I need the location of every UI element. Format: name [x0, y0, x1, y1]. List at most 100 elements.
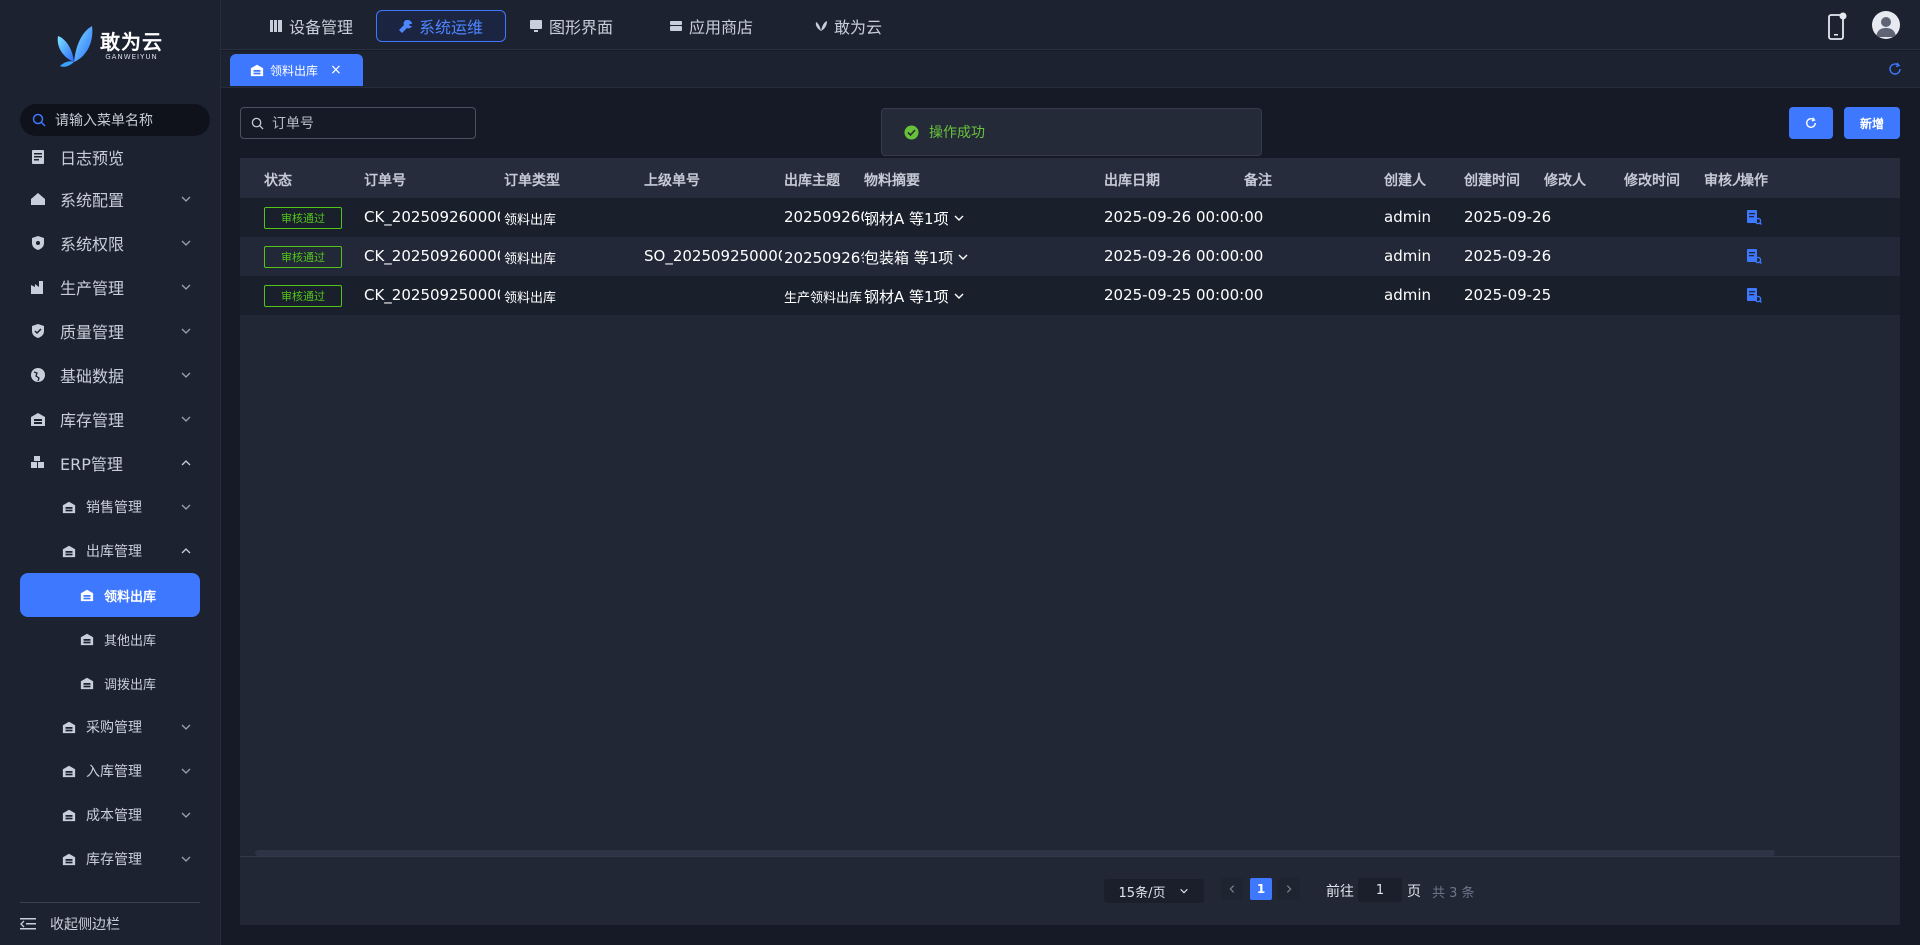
- sidebar-item-cost[interactable]: 成本管理: [20, 795, 200, 835]
- chevron-down-icon: [181, 812, 191, 818]
- column-header[interactable]: 创建时间: [1464, 170, 1520, 190]
- sidebar-item-transfer-outbound[interactable]: 调拨出库: [20, 663, 200, 703]
- column-header[interactable]: 上级单号: [644, 170, 700, 190]
- tab-ganweiyun[interactable]: 敢为云: [798, 10, 898, 42]
- refresh-button[interactable]: [1789, 107, 1833, 139]
- total-count: 共 3 条: [1432, 886, 1475, 901]
- sidebar-item-inventory[interactable]: 库存管理: [20, 399, 200, 439]
- prev-page-button[interactable]: [1221, 878, 1243, 900]
- menu-search-input[interactable]: 请输入菜单名称: [20, 104, 210, 136]
- table-row[interactable]: 审核通过 CK_2025092500001 领料出库 生产领料出库 钢材A 等1…: [240, 276, 1900, 315]
- sidebar-item-other-outbound[interactable]: 其他出库: [20, 619, 200, 659]
- search-icon: [32, 113, 46, 127]
- page-number-current[interactable]: 1: [1250, 878, 1272, 900]
- close-icon[interactable]: ×: [330, 62, 342, 78]
- tab-device-management[interactable]: 设备管理: [261, 10, 361, 42]
- order-search-input[interactable]: 订单号: [240, 107, 476, 139]
- creator-cell: admin: [1384, 247, 1431, 265]
- sidebar-item-log-preview[interactable]: 日志预览: [20, 137, 200, 177]
- column-header[interactable]: 备注: [1244, 170, 1272, 190]
- refresh-icon[interactable]: [1888, 62, 1902, 76]
- order-no-cell: CK_2025092600001: [364, 247, 500, 265]
- column-header[interactable]: 订单号: [364, 170, 406, 190]
- tab-graphic-ui[interactable]: 图形界面: [521, 10, 621, 42]
- page-tab-label: 领料出库: [270, 63, 319, 78]
- table-row[interactable]: 审核通过 CK_2025092600001 领料出库 SO_2025092500…: [240, 237, 1900, 276]
- sidebar-item-erp[interactable]: ERP管理: [20, 443, 200, 483]
- sidebar-item-system-permission[interactable]: 系统权限: [20, 223, 200, 263]
- refresh-icon: [1806, 117, 1816, 128]
- logo-title: 敢为云: [100, 29, 163, 54]
- column-header[interactable]: 订单类型: [504, 170, 560, 190]
- column-header[interactable]: 审核人: [1704, 170, 1740, 190]
- goto-page-input[interactable]: 1: [1358, 878, 1402, 902]
- warehouse-icon: [80, 633, 94, 646]
- table-row[interactable]: 审核通过 CK_2025092600002 领料出库 202509260 钢材A…: [240, 198, 1900, 237]
- audit-icon[interactable]: [1746, 248, 1762, 264]
- mobile-icon[interactable]: [1827, 12, 1847, 40]
- sidebar-item-label: 入库管理: [86, 764, 142, 780]
- butterfly-logo-icon: [57, 26, 93, 67]
- column-header[interactable]: 出库主题: [784, 170, 840, 190]
- sidebar-item-label: 库存管理: [60, 411, 125, 430]
- order-type-cell: 领料出库: [504, 213, 557, 228]
- order-type-cell: 领料出库: [504, 252, 557, 267]
- sidebar-item-erp-inventory[interactable]: 库存管理: [20, 839, 200, 879]
- sidebar-divider: [20, 902, 200, 903]
- summary-cell[interactable]: 钢材A 等1项: [864, 208, 965, 229]
- collapse-sidebar-button[interactable]: 收起侧边栏: [20, 914, 120, 934]
- summary-text: 包装箱 等1项: [864, 249, 954, 267]
- user-avatar[interactable]: [1872, 11, 1900, 39]
- tab-system-ops[interactable]: 系统运维: [376, 10, 506, 42]
- page-size-select[interactable]: 15条/页: [1104, 879, 1204, 903]
- sidebar-item-material-outbound[interactable]: 领料出库: [20, 573, 200, 617]
- sidebar-item-purchase[interactable]: 采购管理: [20, 707, 200, 747]
- status-badge: 审核通过: [264, 285, 342, 307]
- sidebar-item-inbound[interactable]: 入库管理: [20, 751, 200, 791]
- chevron-down-icon: [181, 240, 191, 246]
- creator-cell: admin: [1384, 286, 1431, 304]
- factory-icon: [31, 281, 43, 294]
- chevron-down-icon: [954, 215, 964, 221]
- wrench-icon: [398, 20, 412, 33]
- page-size-value: 15条/页: [1118, 885, 1166, 901]
- column-header[interactable]: 创建人: [1384, 170, 1426, 190]
- summary-cell[interactable]: 包装箱 等1项: [864, 247, 969, 268]
- sidebar-item-system-config[interactable]: 系统配置: [20, 179, 200, 219]
- sidebar-item-production[interactable]: 生产管理: [20, 267, 200, 307]
- butterfly-icon: [815, 21, 827, 31]
- column-header[interactable]: 出库日期: [1104, 170, 1160, 190]
- sidebar-item-sales[interactable]: 销售管理: [20, 487, 200, 527]
- tab-app-store[interactable]: 应用商店: [661, 10, 761, 42]
- sidebar-item-outbound[interactable]: 出库管理: [20, 531, 200, 571]
- tab-label: 敢为云: [833, 18, 882, 37]
- sidebar-item-quality[interactable]: 质量管理: [20, 311, 200, 351]
- summary-text: 钢材A 等1项: [864, 288, 949, 306]
- column-header[interactable]: 物料摘要: [864, 170, 920, 190]
- sidebar-item-label: 质量管理: [60, 323, 125, 342]
- chevron-down-icon: [181, 504, 191, 510]
- created-cell: 2025-09-25: [1464, 286, 1552, 304]
- summary-cell[interactable]: 钢材A 等1项: [864, 286, 965, 307]
- sidebar: 敢为云 GANWEIYUN 请输入菜单名称 日志预览 系统配置 系统权限 生产管…: [0, 0, 221, 945]
- status-badge: 审核通过: [264, 207, 342, 229]
- audit-icon[interactable]: [1746, 209, 1762, 225]
- chevron-down-icon: [181, 328, 191, 334]
- sidebar-item-label: 采购管理: [86, 720, 142, 736]
- column-header[interactable]: 状态: [264, 170, 292, 190]
- logo[interactable]: 敢为云 GANWEIYUN: [52, 22, 163, 70]
- next-page-button[interactable]: [1278, 878, 1300, 900]
- warehouse-icon: [62, 721, 76, 734]
- order-search-placeholder: 订单号: [272, 116, 314, 132]
- page-tab-material-outbound[interactable]: 领料出库 ×: [230, 54, 363, 86]
- check-circle-icon: [904, 125, 919, 139]
- column-header[interactable]: 修改时间: [1624, 170, 1680, 190]
- column-header[interactable]: 修改人: [1544, 170, 1586, 190]
- sidebar-item-base-data[interactable]: 基础数据: [20, 355, 200, 395]
- warehouse-icon: [62, 765, 76, 778]
- search-icon: [251, 117, 264, 130]
- table-footer-divider: [240, 856, 1900, 857]
- add-button[interactable]: 新增: [1844, 107, 1900, 139]
- audit-icon[interactable]: [1746, 287, 1762, 303]
- sidebar-item-label: 出库管理: [86, 544, 142, 560]
